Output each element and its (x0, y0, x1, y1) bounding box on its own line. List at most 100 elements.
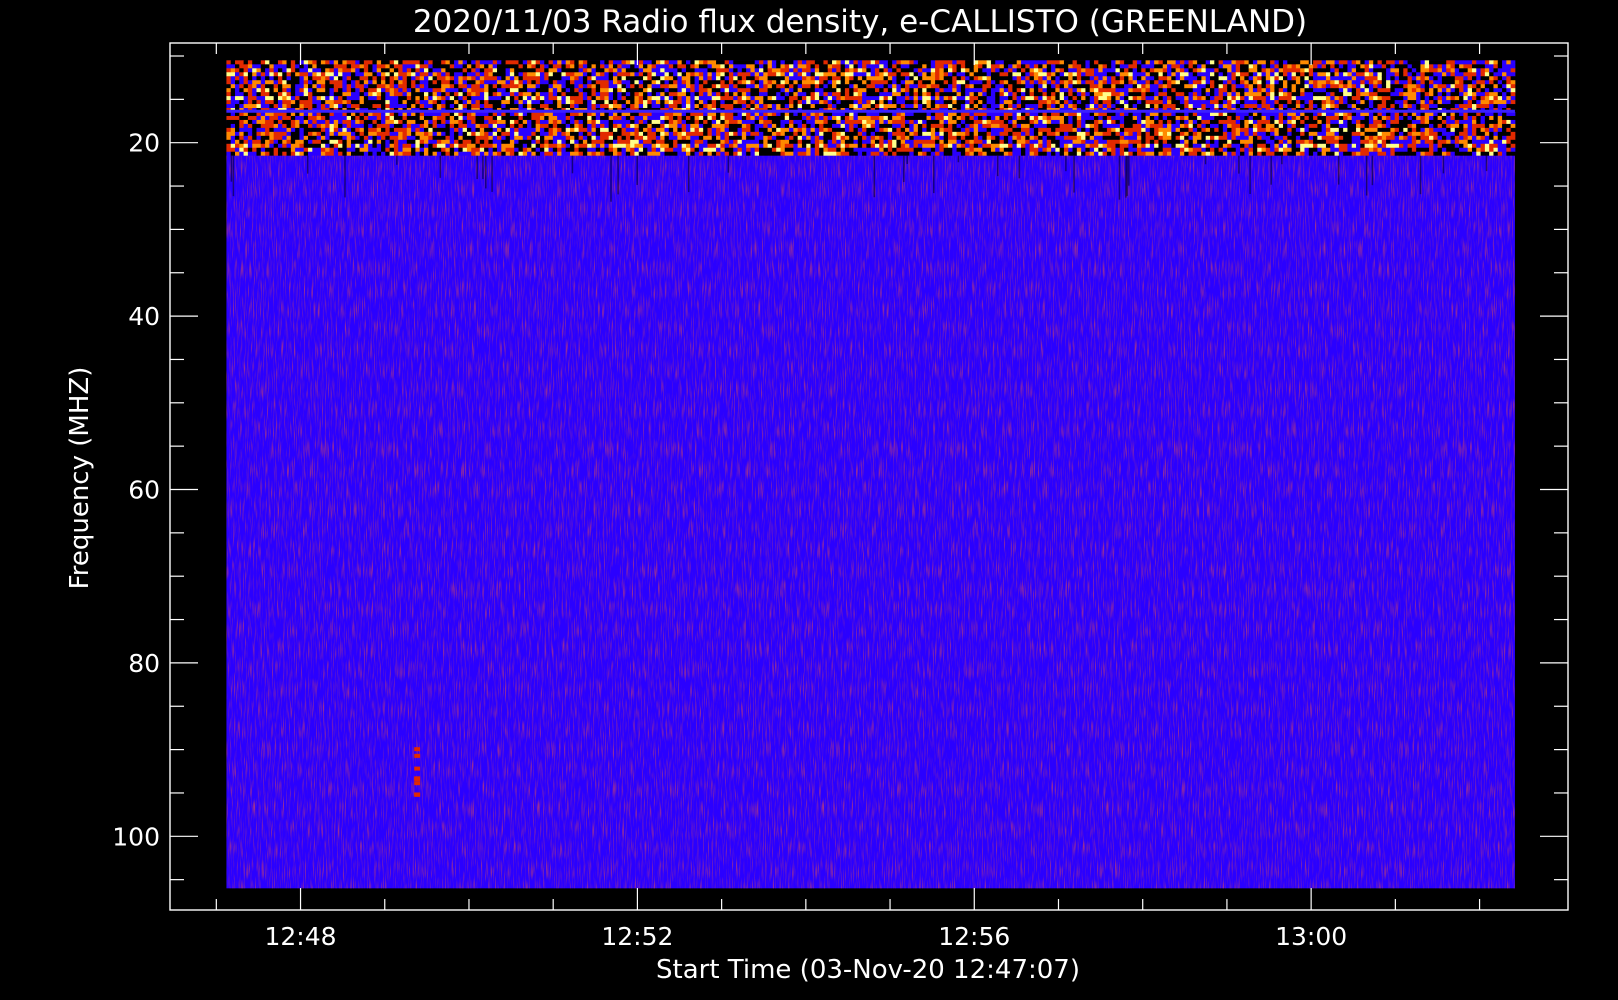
band-cell (1042, 64, 1048, 69)
band-cell (600, 92, 605, 97)
band-cell (325, 104, 330, 109)
band-cell (883, 143, 889, 149)
band-cell (582, 147, 588, 153)
band-cell (801, 147, 807, 153)
band-cell (406, 151, 412, 157)
band-cell (647, 127, 653, 133)
band-cell (1089, 60, 1095, 65)
band-cell (716, 84, 721, 89)
band-cell (411, 131, 416, 137)
band-cell (402, 68, 408, 73)
band-cell (814, 80, 820, 85)
band-cell (582, 104, 588, 109)
band-cell (952, 72, 957, 77)
band-cell (265, 76, 270, 81)
band-cell (737, 127, 743, 133)
band-cell (398, 127, 403, 133)
band-cell (935, 96, 940, 101)
band-cell (819, 151, 824, 157)
band-cell (857, 104, 863, 109)
band-cell (926, 123, 932, 129)
band-cell (711, 100, 717, 105)
band-cell (1094, 147, 1099, 153)
band-cell (243, 60, 249, 65)
band-cell (844, 151, 850, 157)
band-cell (655, 119, 661, 125)
band-cell (917, 115, 923, 121)
band-cell (432, 60, 438, 65)
band-cell (857, 80, 863, 85)
band-cell (243, 68, 249, 73)
band-cell (806, 123, 811, 129)
band-cell (973, 68, 979, 73)
band-cell (879, 151, 884, 157)
band-cell (252, 68, 257, 73)
band-cell (308, 143, 313, 149)
band-cell (471, 68, 476, 73)
band-cell (333, 88, 339, 93)
band-cell (591, 76, 597, 81)
band-cell (771, 139, 777, 145)
band-cell (763, 104, 769, 109)
band-cell (1046, 80, 1052, 85)
band-cell (711, 68, 717, 73)
band-cell (643, 123, 648, 129)
band-cell (230, 60, 236, 65)
band-cell (638, 139, 644, 145)
band-cell (260, 143, 266, 149)
band-cell (1051, 143, 1056, 149)
band-cell (857, 119, 863, 125)
band-cell (905, 143, 910, 149)
band-cell (1046, 119, 1052, 125)
band-cell (1068, 123, 1073, 129)
band-cell (565, 92, 571, 97)
band-cell (273, 88, 279, 93)
band-cell (243, 96, 249, 101)
band-cell (840, 151, 846, 157)
band-cell (565, 151, 571, 157)
band-cell (969, 104, 975, 109)
band-cell (655, 60, 661, 65)
band-cell (346, 131, 352, 137)
band-cell (874, 127, 880, 133)
band-cell (754, 131, 760, 137)
band-cell (235, 131, 240, 137)
band-cell (492, 80, 498, 85)
band-cell (419, 60, 425, 65)
band-cell (647, 60, 653, 65)
band-cell (252, 135, 257, 141)
band-cell (1115, 115, 1121, 121)
band-cell (664, 123, 670, 129)
band-cell (514, 143, 519, 149)
band-cell (703, 119, 708, 125)
band-cell (406, 60, 412, 65)
band-cell (621, 123, 627, 129)
band-cell (303, 92, 309, 97)
band-cell (359, 147, 365, 153)
band-cell (660, 68, 665, 73)
band-cell (690, 104, 695, 109)
band-cell (638, 64, 644, 69)
band-cell (415, 131, 421, 137)
band-cell (1063, 104, 1069, 109)
band-cell (505, 84, 511, 89)
band-cell (853, 76, 859, 81)
band-cell (990, 127, 996, 133)
band-cell (320, 135, 326, 141)
band-cell (368, 92, 373, 97)
band-cell (522, 123, 528, 129)
band-cell (746, 80, 751, 85)
band-cell (617, 115, 622, 121)
band-cell (771, 143, 777, 149)
band-cell (269, 135, 275, 141)
band-cell (952, 119, 957, 125)
band-cell (900, 119, 906, 125)
band-cell (750, 96, 756, 101)
band-cell (587, 72, 592, 77)
band-cell (741, 76, 747, 81)
band-cell (905, 135, 910, 141)
band-cell (840, 96, 846, 101)
band-cell (707, 143, 713, 149)
band-cell (565, 60, 571, 65)
band-cell (376, 143, 382, 149)
